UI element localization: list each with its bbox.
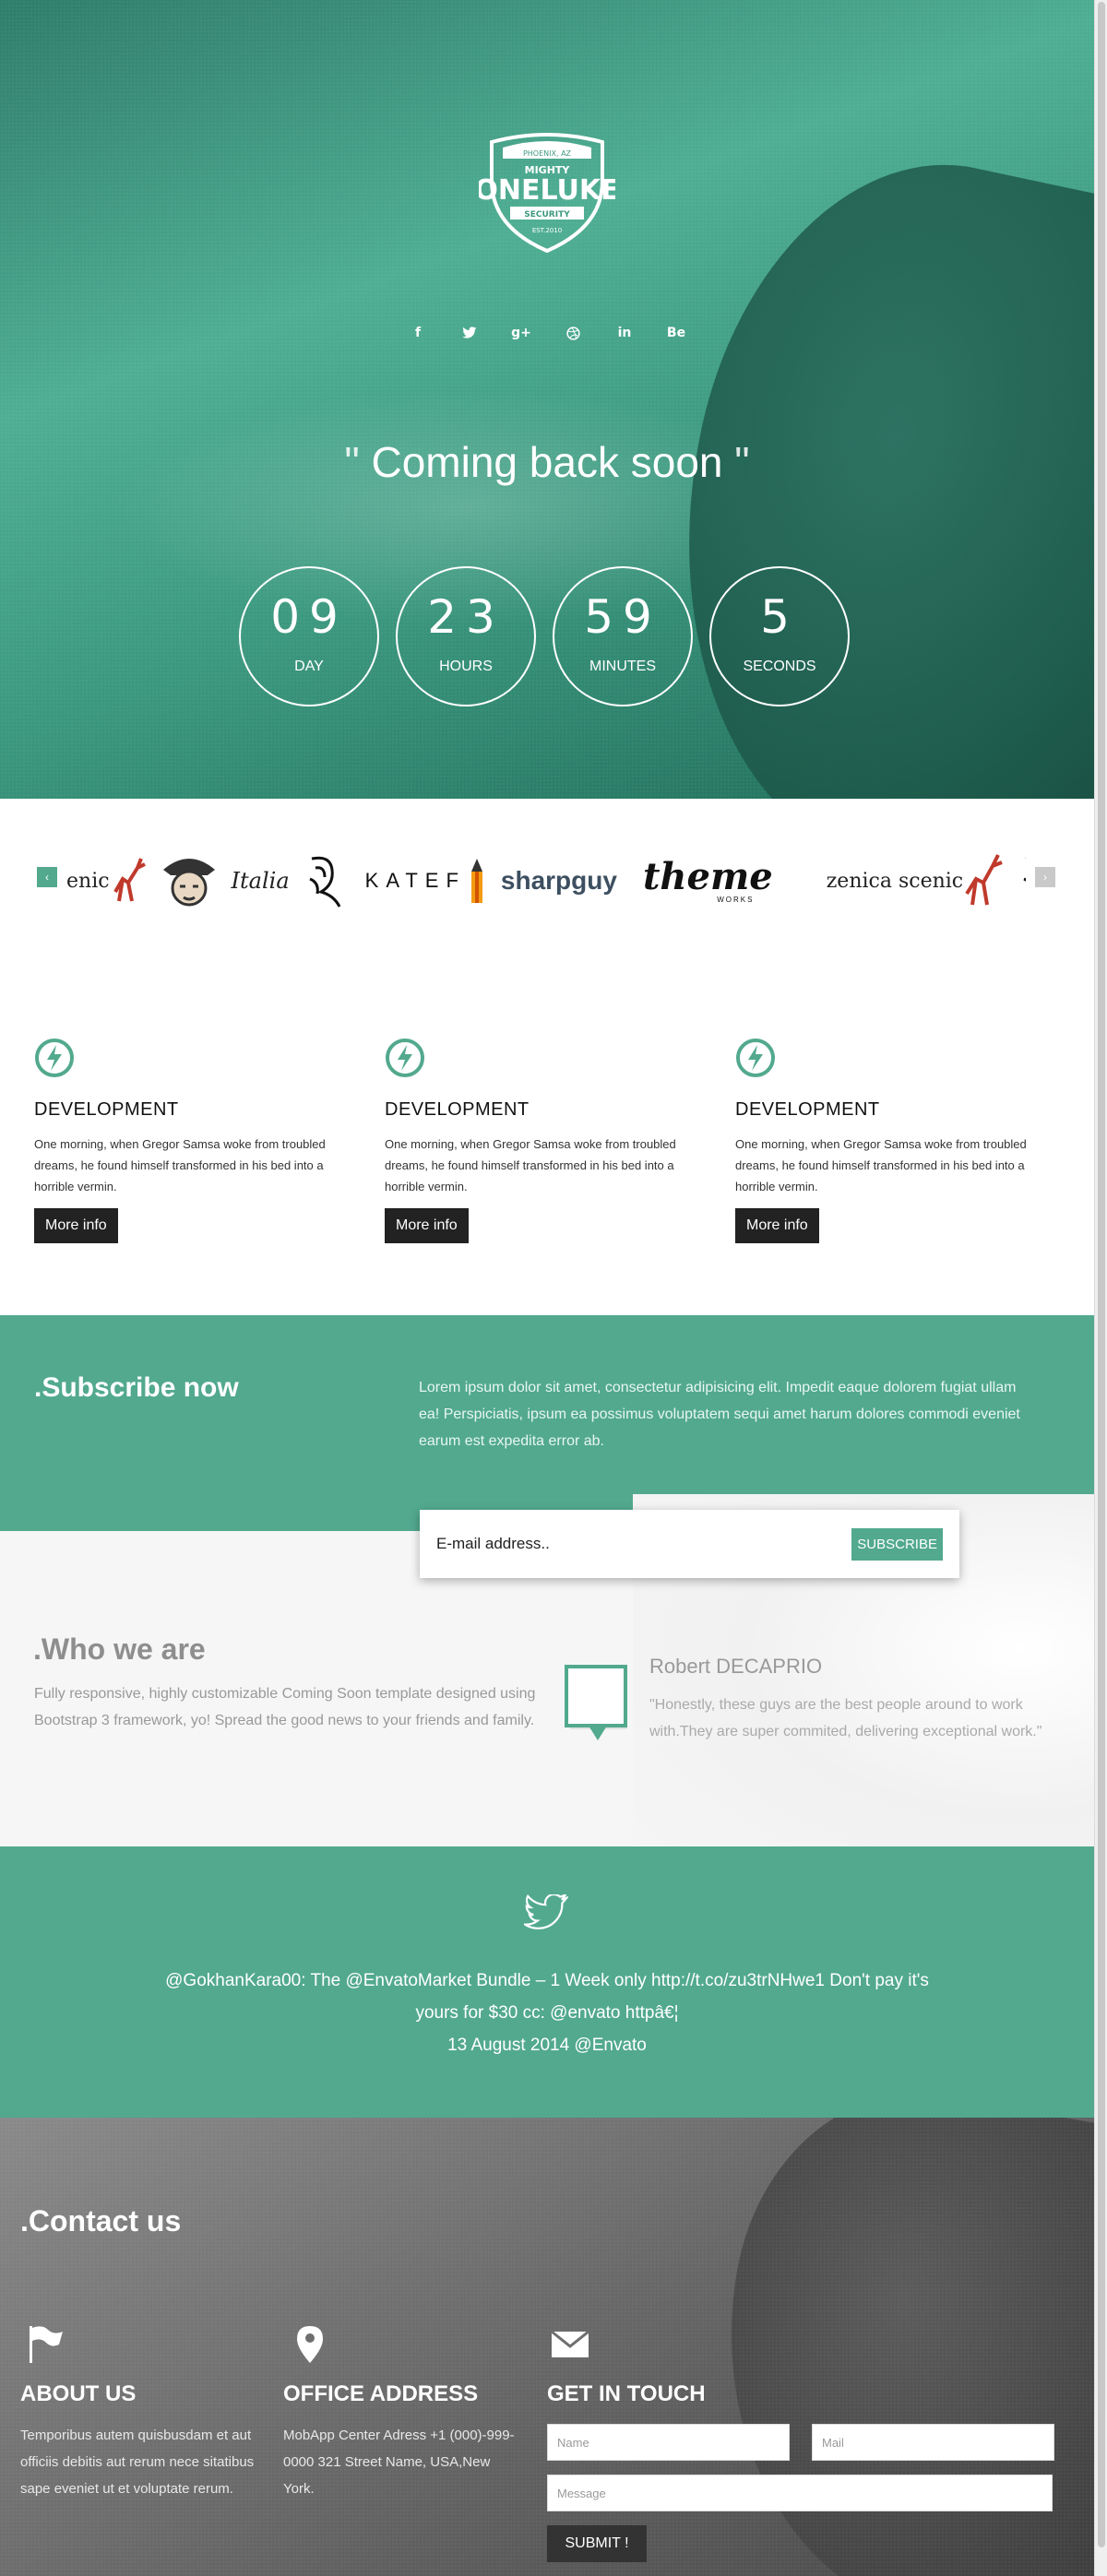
dribbble-icon[interactable] <box>547 319 599 347</box>
countdown-days: 09 DAY <box>239 566 379 706</box>
countdown-label: DAY <box>294 659 324 674</box>
tagline-close-quote: " <box>734 438 750 486</box>
linkedin-icon[interactable]: in <box>599 319 650 347</box>
feature-card: DEVELOPMENT One morning, when Gregor Sam… <box>34 1038 348 1243</box>
about-title: ABOUT US <box>20 2381 137 2406</box>
behance-icon[interactable]: Be <box>650 319 702 347</box>
more-info-button[interactable]: More info <box>34 1208 118 1243</box>
envelope-icon <box>551 2330 589 2357</box>
lightning-icon <box>736 1039 775 1077</box>
hero-section: PHOENIX, AZ MIGHTY ONELUKE SECURITY EST.… <box>0 0 1094 799</box>
client-logo-zenica-partial: enic <box>66 844 147 918</box>
social-links: f g+ in Be <box>0 319 1094 347</box>
lightning-icon <box>386 1039 424 1077</box>
countdown-label: SECONDS <box>743 659 816 674</box>
feature-card: DEVELOPMENT One morning, when Gregor Sam… <box>735 1038 1049 1243</box>
feature-text: One morning, when Gregor Samsa woke from… <box>735 1137 1027 1193</box>
countdown-hours: 23 HOURS <box>396 566 536 706</box>
carousel-next-button[interactable]: › <box>1035 867 1055 887</box>
pencil-icon <box>470 859 482 903</box>
countdown-value: 23 <box>427 590 505 644</box>
quote-bubble-icon <box>565 1665 627 1740</box>
logo-ribbon: SECURITY <box>524 210 570 220</box>
page-scrollbar[interactable] <box>1094 0 1107 2576</box>
feature-card: DEVELOPMENT One morning, when Gregor Sam… <box>385 1038 698 1243</box>
scrollbar-thumb[interactable] <box>1098 2 1105 2547</box>
countdown-value: 59 <box>584 590 661 644</box>
tagline-post: soon <box>630 438 723 486</box>
tagline: " Coming back soon " <box>0 437 1094 487</box>
client-logo-zenica-scenic: zenica scenic <box>827 844 1004 918</box>
feature-title: DEVELOPMENT <box>385 1099 530 1120</box>
subscribe-text: Lorem ipsum dolor sit amet, consectetur … <box>419 1380 1020 1449</box>
client-logo-sharpguy: sharpguy <box>500 866 617 895</box>
mail-input[interactable]: Mail <box>812 2424 1054 2461</box>
tweet-text[interactable]: @GokhanKara00: The @EnvatoMarket Bundle … <box>148 1965 946 2029</box>
carousel-prev-button[interactable]: ‹ <box>37 867 57 887</box>
who-title: .Who we are <box>33 1632 206 1666</box>
feature-text: One morning, when Gregor Samsa woke from… <box>34 1137 326 1193</box>
countdown-label: HOURS <box>439 659 493 674</box>
subscribe-title: .Subscribe now <box>34 1372 239 1403</box>
client-logo-katef: KATEF <box>365 844 488 918</box>
brand-logo: PHOENIX, AZ MIGHTY ONELUKE SECURITY EST.… <box>479 133 615 254</box>
about-text: Temporibus autem quisbusdam et aut offic… <box>20 2428 255 2497</box>
office-title: OFFICE ADDRESS <box>283 2381 479 2406</box>
deer-icon <box>113 858 146 902</box>
contact-title: .Contact us <box>20 2204 182 2238</box>
countdown-seconds: 5 SECONDS <box>709 566 850 706</box>
subscribe-form: E-mail address.. SUBSCRIBE <box>420 1510 959 1578</box>
logo-top-text: PHOENIX, AZ <box>523 149 572 158</box>
facebook-icon[interactable]: f <box>392 319 444 347</box>
subscribe-button[interactable]: SUBSCRIBE <box>851 1527 943 1561</box>
countdown-value: 5 <box>760 590 799 644</box>
page: PHOENIX, AZ MIGHTY ONELUKE SECURITY EST.… <box>0 0 1094 2576</box>
feature-title: DEVELOPMENT <box>735 1099 880 1120</box>
name-input[interactable]: Name <box>547 2424 790 2461</box>
logo-brand: ONELUKE <box>479 174 615 207</box>
logo-est: EST.2010 <box>532 227 562 234</box>
countdown-value: 09 <box>270 590 348 644</box>
client-logo-jester <box>160 844 219 918</box>
testimonial-text: "Honestly, these guys are the best peopl… <box>649 1697 1042 1739</box>
tagline-bold: back <box>529 438 619 486</box>
client-logo-theme-works: theme WORKS <box>642 854 773 904</box>
tagline-open-quote: " <box>344 438 360 486</box>
more-info-button[interactable]: More info <box>735 1208 819 1243</box>
jester-icon <box>162 859 215 907</box>
lightning-icon <box>35 1039 74 1077</box>
office-text: MobApp Center Adress +1 (000)-999-0000 3… <box>283 2428 515 2497</box>
tagline-pre: Coming <box>371 438 518 486</box>
twitter-icon[interactable] <box>444 319 495 347</box>
client-logos: enic Italia KATEF sharpguy theme WORKS z… <box>66 839 1026 922</box>
more-info-button[interactable]: More info <box>385 1208 469 1243</box>
tweet-meta[interactable]: 13 August 2014 @Envato <box>148 2029 946 2061</box>
feature-title: DEVELOPMENT <box>34 1099 179 1120</box>
deer-icon <box>965 854 1003 906</box>
testimonial-author: Robert DECAPRIO <box>649 1655 823 1678</box>
countdown-label: MINUTES <box>589 659 656 674</box>
countdown-minutes: 59 MINUTES <box>553 566 693 706</box>
client-logo-italia: Italia <box>231 868 290 894</box>
tweet: @GokhanKara00: The @EnvatoMarket Bundle … <box>148 1965 946 2061</box>
client-logo-seahorse-partial <box>1017 844 1026 918</box>
get-in-touch-title: GET IN TOUCH <box>547 2381 706 2406</box>
twitter-bird-icon <box>524 1894 568 1929</box>
countdown: 09 DAY 23 HOURS 59 MINUTES 5 SECONDS <box>239 566 850 706</box>
client-logo-seahorse <box>303 844 352 918</box>
seahorse-icon <box>1023 857 1026 882</box>
feature-text: One morning, when Gregor Samsa woke from… <box>385 1137 676 1193</box>
seahorse-icon <box>309 856 340 908</box>
flag-icon <box>30 2326 63 2363</box>
location-pin-icon <box>297 2326 323 2363</box>
who-text: Fully responsive, highly customizable Co… <box>34 1686 536 1728</box>
email-input[interactable]: E-mail address.. <box>436 1535 851 1553</box>
google-plus-icon[interactable]: g+ <box>495 319 547 347</box>
submit-button[interactable]: SUBMIT ! <box>547 2525 647 2562</box>
message-input[interactable]: Message <box>547 2475 1053 2511</box>
